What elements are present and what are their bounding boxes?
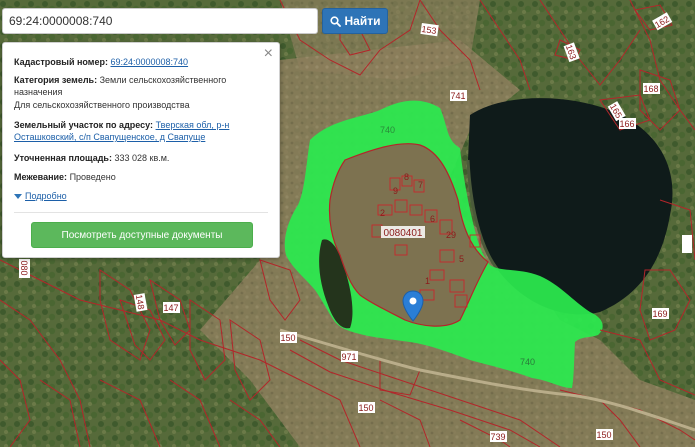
map-label: 6 xyxy=(430,214,435,224)
map-label: 150 xyxy=(280,333,295,343)
map-label: 7 xyxy=(418,180,423,190)
category-value-line2: назначения xyxy=(14,87,63,97)
address-link-2[interactable]: Осташковский, с/п Свапущенское, д Свапущ… xyxy=(14,132,205,142)
address-row: Земельный участок по адресу: Тверская об… xyxy=(14,119,262,131)
category-label: Категория земель: xyxy=(14,75,98,85)
address-label: Земельный участок по адресу: xyxy=(14,120,154,130)
panel-divider xyxy=(14,212,268,213)
survey-label: Межевание: xyxy=(14,172,68,182)
map-label: 150 xyxy=(358,403,373,413)
cadastral-label: Кадастровый номер: xyxy=(14,57,108,67)
category-value: Земли сельскохозяйственного xyxy=(99,75,227,85)
map-label: 153 xyxy=(421,24,437,36)
search-button[interactable]: Найти xyxy=(322,8,388,34)
cadastral-link[interactable]: 69:24:0000008:740 xyxy=(110,57,188,67)
map-label: 169 xyxy=(652,309,667,319)
map-label: 1 xyxy=(425,276,430,286)
map-label: 740 xyxy=(520,357,535,367)
cadastral-row: Кадастровый номер: 69:24:0000008:740 xyxy=(14,56,262,68)
parcel-info-panel: × Кадастровый номер: 69:24:0000008:740 К… xyxy=(2,42,280,258)
map-label: 971 xyxy=(341,352,356,362)
edge-label xyxy=(682,235,692,253)
view-documents-button[interactable]: Посмотреть доступные документы xyxy=(31,222,253,248)
map-label: 741 xyxy=(450,91,465,101)
survey-value: Проведено xyxy=(69,172,116,182)
search-bar xyxy=(2,8,318,34)
map-label: 150 xyxy=(596,430,611,440)
search-icon xyxy=(329,15,341,27)
map-label: 739 xyxy=(490,432,505,442)
map-label: 166 xyxy=(619,119,634,129)
address-line2: Осташковский, с/п Свапущенское, д Свапущ… xyxy=(14,131,262,143)
cadastral-search-input[interactable] xyxy=(3,9,317,33)
map-label: 0080401 xyxy=(384,228,423,239)
map-label: 080 xyxy=(19,260,29,275)
more-details-toggle[interactable]: Подробно xyxy=(14,191,67,201)
category-row: Категория земель: Земли сельскохозяйстве… xyxy=(14,74,262,86)
map-label: 5 xyxy=(459,254,464,264)
close-icon[interactable]: × xyxy=(264,46,273,62)
area-label: Уточненная площадь: xyxy=(14,153,112,163)
area-value: 333 028 кв.м. xyxy=(114,153,170,163)
area-row: Уточненная площадь: 333 028 кв.м. xyxy=(14,152,262,164)
map-label: 147 xyxy=(163,303,178,313)
survey-row: Межевание: Проведено xyxy=(14,171,262,183)
map-label: 2 xyxy=(380,208,385,218)
map-label: 168 xyxy=(643,84,658,94)
search-button-label: Найти xyxy=(344,14,381,28)
map-label: 29 xyxy=(446,230,456,240)
more-details-label: Подробно xyxy=(25,191,67,201)
map-label: 9 xyxy=(393,186,398,196)
map-label: 740 xyxy=(380,125,395,135)
map-label: 8 xyxy=(404,172,409,182)
address-link[interactable]: Тверская обл, р-н xyxy=(156,120,230,130)
usage-value: Для сельскохозяйственного производства xyxy=(14,100,190,110)
caret-down-icon xyxy=(14,193,22,199)
